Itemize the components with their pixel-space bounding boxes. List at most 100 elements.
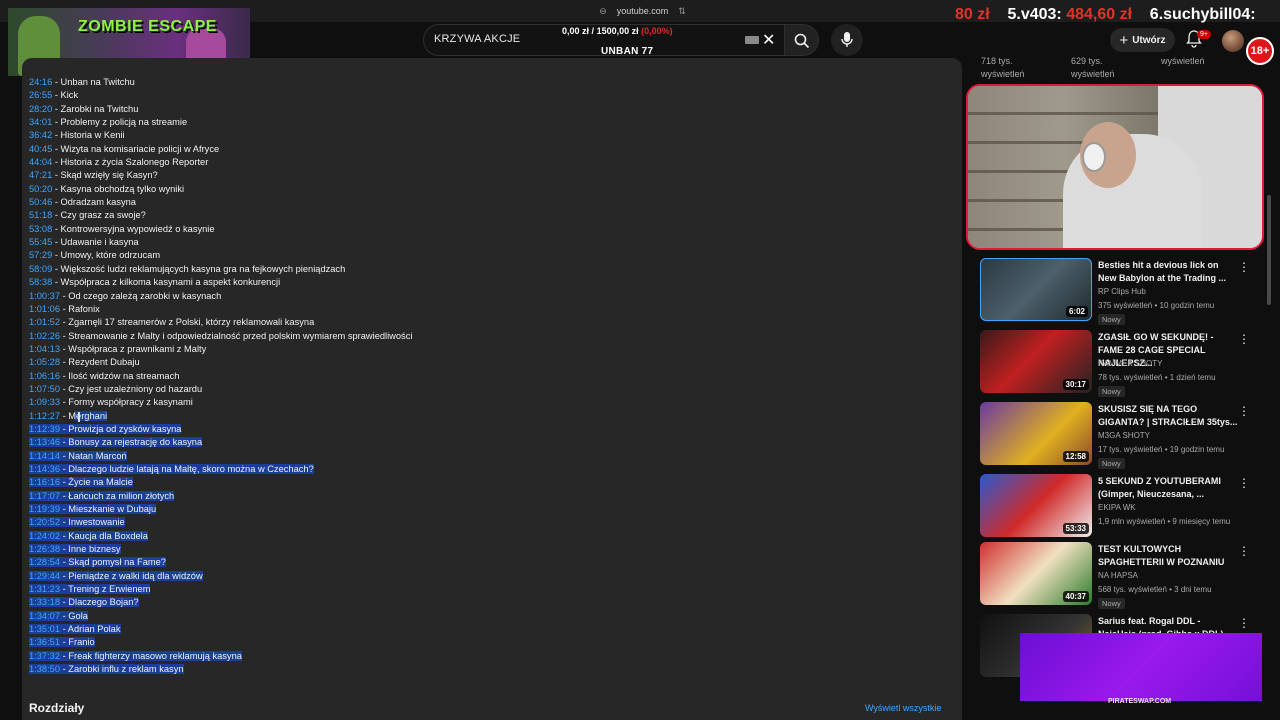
video-title[interactable]: TEST KULTOWYCH SPAGHETTERII W POZNANIU xyxy=(1098,543,1238,569)
chapter-timestamp-link[interactable]: 1:05:28 xyxy=(29,357,60,367)
chapter-timestamp-link[interactable]: 1:12:27 xyxy=(29,411,60,421)
chapter-timestamp-link[interactable]: 1:04:13 xyxy=(29,344,60,354)
chapter-timestamp-link[interactable]: 1:14:36 xyxy=(29,463,61,474)
video-channel[interactable]: M3GA SHOTY xyxy=(1098,431,1150,440)
video-title[interactable]: SKUSISZ SIĘ NA TEGO GIGANTA? | STRACIŁEM… xyxy=(1098,403,1238,429)
chapter-timestamp-link[interactable]: 1:26:38 xyxy=(29,544,61,555)
chapter-row: 53:08 - Kontrowersyjna wypowiedź o kasyn… xyxy=(29,223,215,234)
more-options-icon[interactable]: ⋮ xyxy=(1238,544,1250,558)
chapter-row: 47:21 - Skąd wzięły się Kasyn? xyxy=(29,170,158,181)
recommended-video-card[interactable]: 6:02 Besties hit a devious lick on New Ba… xyxy=(980,258,1250,325)
chapter-timestamp-link[interactable]: 28:20 xyxy=(29,104,52,114)
chapter-timestamp-link[interactable]: 55:45 xyxy=(29,237,52,247)
more-options-icon[interactable]: ⋮ xyxy=(1238,260,1250,274)
scrollbar[interactable] xyxy=(1267,195,1271,305)
chapter-timestamp-link[interactable]: 1:20:52 xyxy=(29,517,61,528)
chapter-row: 1:31:23 - Trening z Erwienem xyxy=(29,584,151,595)
chapter-timestamp-link[interactable]: 58:38 xyxy=(29,277,52,287)
chapter-title: Unban na Twitchu xyxy=(60,77,135,87)
chapter-row: 51:18 - Czy grasz za swoje? xyxy=(29,210,146,221)
chapter-timestamp-link[interactable]: 1:28:54 xyxy=(29,557,61,568)
chapter-timestamp-link[interactable]: 26:55 xyxy=(29,90,52,100)
video-duration: 12:58 xyxy=(1062,451,1089,462)
chapter-timestamp-link[interactable]: 1:13:46 xyxy=(29,437,61,448)
video-thumbnail[interactable]: 12:58 xyxy=(980,402,1092,465)
chapter-title: Trening z Erwienem xyxy=(68,584,151,595)
video-channel[interactable]: KAMMEK SHOTY xyxy=(1098,359,1162,368)
chapter-timestamp-link[interactable]: 58:09 xyxy=(29,264,52,274)
chapter-timestamp-link[interactable]: 1:00:37 xyxy=(29,291,60,301)
chapter-timestamp-link[interactable]: 1:14:14 xyxy=(29,450,61,461)
more-options-icon[interactable]: ⋮ xyxy=(1238,404,1250,418)
clear-search-icon[interactable]: ✕ xyxy=(762,30,775,50)
chapter-timestamp-link[interactable]: 50:20 xyxy=(29,184,52,194)
recommended-video-card[interactable]: 40:37 TEST KULTOWYCH SPAGHETTERII W POZNA… xyxy=(980,542,1250,609)
chapter-timestamp-link[interactable]: 1:19:39 xyxy=(29,504,61,514)
video-thumbnail[interactable]: 53:33 xyxy=(980,474,1092,537)
chapter-timestamp-link[interactable]: 44:04 xyxy=(29,157,52,167)
chapter-timestamp-link[interactable]: 1:09:33 xyxy=(29,397,60,407)
show-all-chapters-link[interactable]: Wyświetl wszystkie xyxy=(865,703,941,713)
chapter-timestamp-link[interactable]: 1:34:07 xyxy=(29,610,61,621)
chapter-timestamp-link[interactable]: 1:31:23 xyxy=(29,584,61,595)
address-bar[interactable]: ⊖ youtube.com ⇅ xyxy=(560,3,725,19)
chapter-row: 36:42 - Historia w Kenii xyxy=(29,130,125,141)
chapter-title: Natan Marcoń xyxy=(68,450,127,461)
more-options-icon[interactable]: ⋮ xyxy=(1238,616,1250,630)
chapter-timestamp-link[interactable]: 57:29 xyxy=(29,250,52,260)
chapter-timestamp-link[interactable]: 1:17:07 xyxy=(29,490,61,501)
chapter-title: Inwestowanie xyxy=(68,517,125,528)
plus-icon: + xyxy=(1119,31,1129,49)
address-url: youtube.com xyxy=(616,6,669,16)
recommended-video-card[interactable]: 53:33 5 SEKUND Z YOUTUBERAMI (Gimper, Nie… xyxy=(980,474,1250,538)
chapter-timestamp-link[interactable]: 1:37:32 xyxy=(29,650,61,661)
video-title[interactable]: 5 SEKUND Z YOUTUBERAMI (Gimper, Nieuczes… xyxy=(1098,475,1238,501)
recommended-video-card[interactable]: 30:17 ZGASIŁ GO W SEKUNDĘ! - FAME 28 CAGE… xyxy=(980,330,1250,397)
sponsor-banner xyxy=(1020,633,1262,701)
chapter-timestamp-link[interactable]: 1:24:02 xyxy=(29,530,61,541)
chapter-timestamp-link[interactable]: 1:06:16 xyxy=(29,371,60,381)
chapter-timestamp-link[interactable]: 1:01:06 xyxy=(29,304,60,314)
chapter-row: 1:00:37 - Od czego zależą zarobki w kasy… xyxy=(29,290,222,301)
chapter-timestamp-link[interactable]: 1:02:26 xyxy=(29,331,60,341)
video-channel[interactable]: EKIPA WK xyxy=(1098,503,1136,512)
chapter-title: Życie na Malcie xyxy=(68,477,133,488)
more-options-icon[interactable]: ⋮ xyxy=(1238,476,1250,490)
goal-target: 1500,00 zł xyxy=(596,26,639,36)
video-thumbnail[interactable]: 6:02 xyxy=(980,258,1092,321)
chapter-timestamp-link[interactable]: 1:29:44 xyxy=(29,570,61,581)
chapter-timestamp-link[interactable]: 53:08 xyxy=(29,224,52,234)
chapter-timestamp-link[interactable]: 51:18 xyxy=(29,210,52,220)
chapter-timestamp-link[interactable]: 24:16 xyxy=(29,77,52,87)
chapter-timestamp-link[interactable]: 1:12:39 xyxy=(29,423,61,434)
search-button[interactable] xyxy=(785,24,819,56)
chapter-timestamp-link[interactable]: 1:38:50 xyxy=(29,664,61,675)
video-title[interactable]: Besties hit a devious lick on New Babylo… xyxy=(1098,259,1238,285)
chapter-title: Historia w Kenii xyxy=(60,130,125,141)
more-options-icon[interactable]: ⋮ xyxy=(1238,332,1250,346)
chapter-timestamp-link[interactable]: 1:36:51 xyxy=(29,637,61,648)
video-channel[interactable]: NA HAPSA xyxy=(1098,571,1138,580)
keyboard-icon[interactable] xyxy=(745,36,759,44)
views-count-3: wyświetleń xyxy=(1161,56,1205,66)
avatar[interactable] xyxy=(1222,30,1244,52)
new-badge: Nowy xyxy=(1098,458,1125,469)
chapter-timestamp-link[interactable]: 1:33:18 xyxy=(29,597,61,608)
chapter-timestamp-link[interactable]: 40:45 xyxy=(29,144,52,154)
chapter-timestamp-link[interactable]: 1:35:01 xyxy=(29,624,61,635)
chapter-timestamp-link[interactable]: 1:01:52 xyxy=(29,317,60,327)
recommended-video-card[interactable]: 12:58 SKUSISZ SIĘ NA TEGO GIGANTA? | STRA… xyxy=(980,402,1250,469)
create-button[interactable]: + Utwórz xyxy=(1110,28,1175,52)
video-thumbnail[interactable]: 30:17 xyxy=(980,330,1092,393)
chapter-timestamp-link[interactable]: 36:42 xyxy=(29,130,52,140)
video-thumbnail[interactable]: 40:37 xyxy=(980,542,1092,605)
voice-search-button[interactable] xyxy=(831,24,863,56)
chapter-timestamp-link[interactable]: 34:01 xyxy=(29,117,52,127)
chapter-title: Kick xyxy=(60,90,79,101)
chapter-timestamp-link[interactable]: 1:16:16 xyxy=(29,477,61,488)
chapter-timestamp-link[interactable]: 50:46 xyxy=(29,197,52,207)
chapter-title: Skąd pomysł na Fame? xyxy=(68,557,166,568)
chapter-timestamp-link[interactable]: 47:21 xyxy=(29,170,52,180)
video-channel[interactable]: RP Clips Hub xyxy=(1098,287,1146,296)
chapter-timestamp-link[interactable]: 1:07:50 xyxy=(29,384,60,394)
